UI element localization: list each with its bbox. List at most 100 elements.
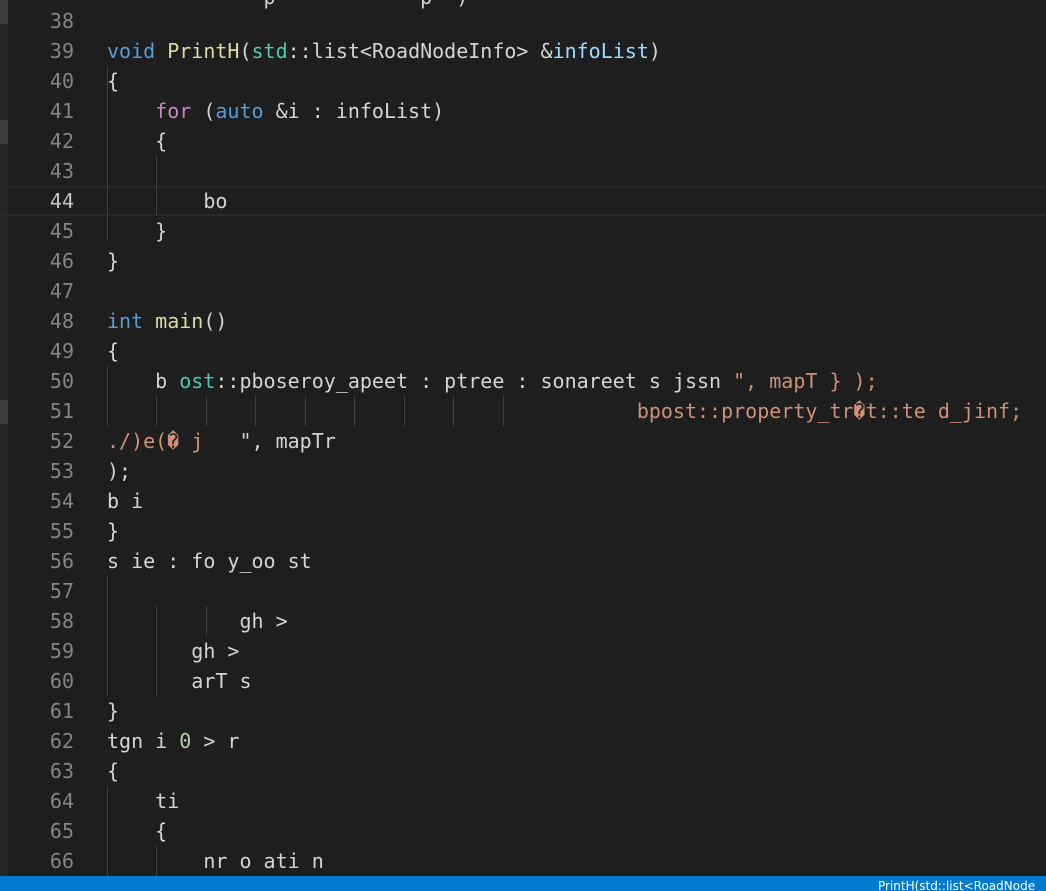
line-number: 56 — [49, 549, 74, 573]
code-line[interactable]: 57 — [0, 576, 1046, 606]
line-code[interactable]: gh > — [107, 636, 239, 666]
code-token: auto — [215, 99, 264, 123]
code-token: PrintH — [167, 39, 240, 63]
code-line[interactable]: 56 s ie : fo y_oo st — [0, 546, 1046, 576]
code-token: std — [251, 39, 288, 63]
code-line[interactable]: 64 ti — [0, 786, 1046, 816]
code-token: } — [107, 699, 120, 723]
code-line[interactable]: 50 b ost::pboseroy_apeet : ptree : sonar… — [0, 366, 1046, 396]
code-line[interactable]: 52 ./)e(� j ", mapTr — [0, 426, 1046, 456]
line-number: 64 — [49, 789, 74, 813]
line-code[interactable]: for (auto &i : infoList) — [107, 96, 444, 126]
code-token: ti — [107, 789, 180, 813]
line-code[interactable]: b i — [107, 486, 143, 516]
indent-guide — [156, 156, 157, 216]
line-number: 46 — [49, 249, 74, 273]
line-code[interactable]: int main() — [107, 306, 227, 336]
line-code[interactable]: { — [107, 66, 119, 96]
indent-guide — [107, 786, 108, 876]
code-token: ); — [107, 459, 132, 483]
code-line[interactable]: 47 — [0, 276, 1046, 306]
code-token: &i : infoList) — [263, 99, 445, 123]
line-number: 38 — [49, 9, 74, 33]
code-token: > r — [191, 729, 240, 753]
line-code[interactable]: s ie : fo y_oo st — [107, 546, 312, 576]
line-number: 48 — [49, 309, 74, 333]
code-token: ", mapTr — [239, 429, 336, 453]
code-token: ( — [239, 39, 252, 63]
code-token: bpost::property_tr�t::te d_jinf; — [636, 399, 1023, 423]
line-code[interactable]: nr o ati n — [107, 846, 323, 876]
code-line[interactable]: 45 } — [0, 216, 1046, 246]
line-code[interactable]: } — [107, 246, 119, 276]
line-code[interactable]: { — [107, 336, 119, 366]
line-code[interactable]: ti — [107, 786, 179, 816]
line-code[interactable]: bo — [107, 186, 227, 216]
code-token: { — [107, 129, 168, 153]
code-line[interactable]: 61} — [0, 696, 1046, 726]
indent-guide — [156, 606, 157, 696]
line-code[interactable]: arT s — [107, 666, 251, 696]
line-code[interactable]: ./)e(� j ", mapTr — [107, 426, 336, 456]
line-number: 52 — [49, 429, 74, 453]
code-line[interactable]: 46} — [0, 246, 1046, 276]
line-code[interactable]: } — [107, 696, 119, 726]
line-code[interactable]: } — [107, 216, 167, 246]
line-code[interactable]: gh > — [107, 606, 288, 636]
code-token: ) — [648, 39, 661, 63]
line-number: 54 — [49, 489, 74, 513]
line-number: 51 — [49, 399, 74, 423]
line-code[interactable]: { — [107, 756, 119, 786]
code-line[interactable]: 54 b i — [0, 486, 1046, 516]
line-code[interactable]: } — [107, 516, 119, 546]
indent-guide — [107, 576, 108, 696]
status-bar: PrintH(std::list<RoadNode — [0, 876, 1046, 891]
code-editor[interactable]: p p ) 3839void PrintH(std::list<RoadNode… — [0, 0, 1046, 876]
code-line[interactable]: 63 { — [0, 756, 1046, 786]
code-line[interactable]: 42 { — [0, 126, 1046, 156]
indent-guide — [156, 396, 157, 426]
line-number: 45 — [49, 219, 74, 243]
line-code[interactable]: void PrintH(std::list<RoadNodeInfo> &inf… — [107, 36, 661, 66]
code-line[interactable]: 38 — [0, 6, 1046, 36]
line-code[interactable]: b ost::pboseroy_apeet : ptree : sonareet… — [107, 366, 877, 396]
line-number: 61 — [49, 699, 74, 723]
line-code[interactable]: { — [107, 816, 167, 846]
line-number: 62 — [49, 729, 74, 753]
code-line[interactable]: 40 { — [0, 66, 1046, 96]
status-breadcrumb[interactable]: PrintH(std::list<RoadNode — [878, 879, 1035, 891]
indent-guide — [503, 396, 504, 426]
indent-guide — [453, 396, 454, 426]
code-line[interactable]: 65 { — [0, 816, 1046, 846]
code-token: } — [107, 219, 168, 243]
line-code[interactable]: tgn i 0 > r — [107, 726, 239, 756]
code-token: list<RoadNodeInfo> & — [311, 39, 553, 63]
code-line[interactable]: 39 void PrintH(std::list<RoadNodeInfo> &i… — [0, 36, 1046, 66]
code-line[interactable]: 55} — [0, 516, 1046, 546]
line-number: 66 — [49, 849, 74, 873]
line-code[interactable]: { — [107, 126, 167, 156]
code-token: void — [107, 39, 156, 63]
line-number: 63 — [49, 759, 74, 783]
code-token: :: — [287, 39, 312, 63]
code-token: gh > — [107, 609, 288, 633]
code-line[interactable]: 49 { — [0, 336, 1046, 366]
line-number: 44 — [49, 189, 74, 213]
line-code[interactable]: bpost::property_tr�t::te d_jinf; — [107, 396, 1022, 426]
code-line[interactable]: 53); — [0, 456, 1046, 486]
line-code[interactable]: ); — [107, 456, 131, 486]
indent-guide — [107, 366, 108, 426]
code-token: 0 — [179, 729, 192, 753]
indent-guide — [156, 846, 157, 876]
code-line[interactable]: 62 tgn i 0 > r — [0, 726, 1046, 756]
code-token: infoList — [552, 39, 649, 63]
code-token: () — [203, 309, 228, 333]
indent-guide — [404, 396, 405, 426]
code-token: { — [107, 69, 120, 93]
code-token: b i — [107, 489, 144, 513]
code-line[interactable]: 48 int main() — [0, 306, 1046, 336]
code-line[interactable]: 41 for (auto &i : infoList) — [0, 96, 1046, 126]
